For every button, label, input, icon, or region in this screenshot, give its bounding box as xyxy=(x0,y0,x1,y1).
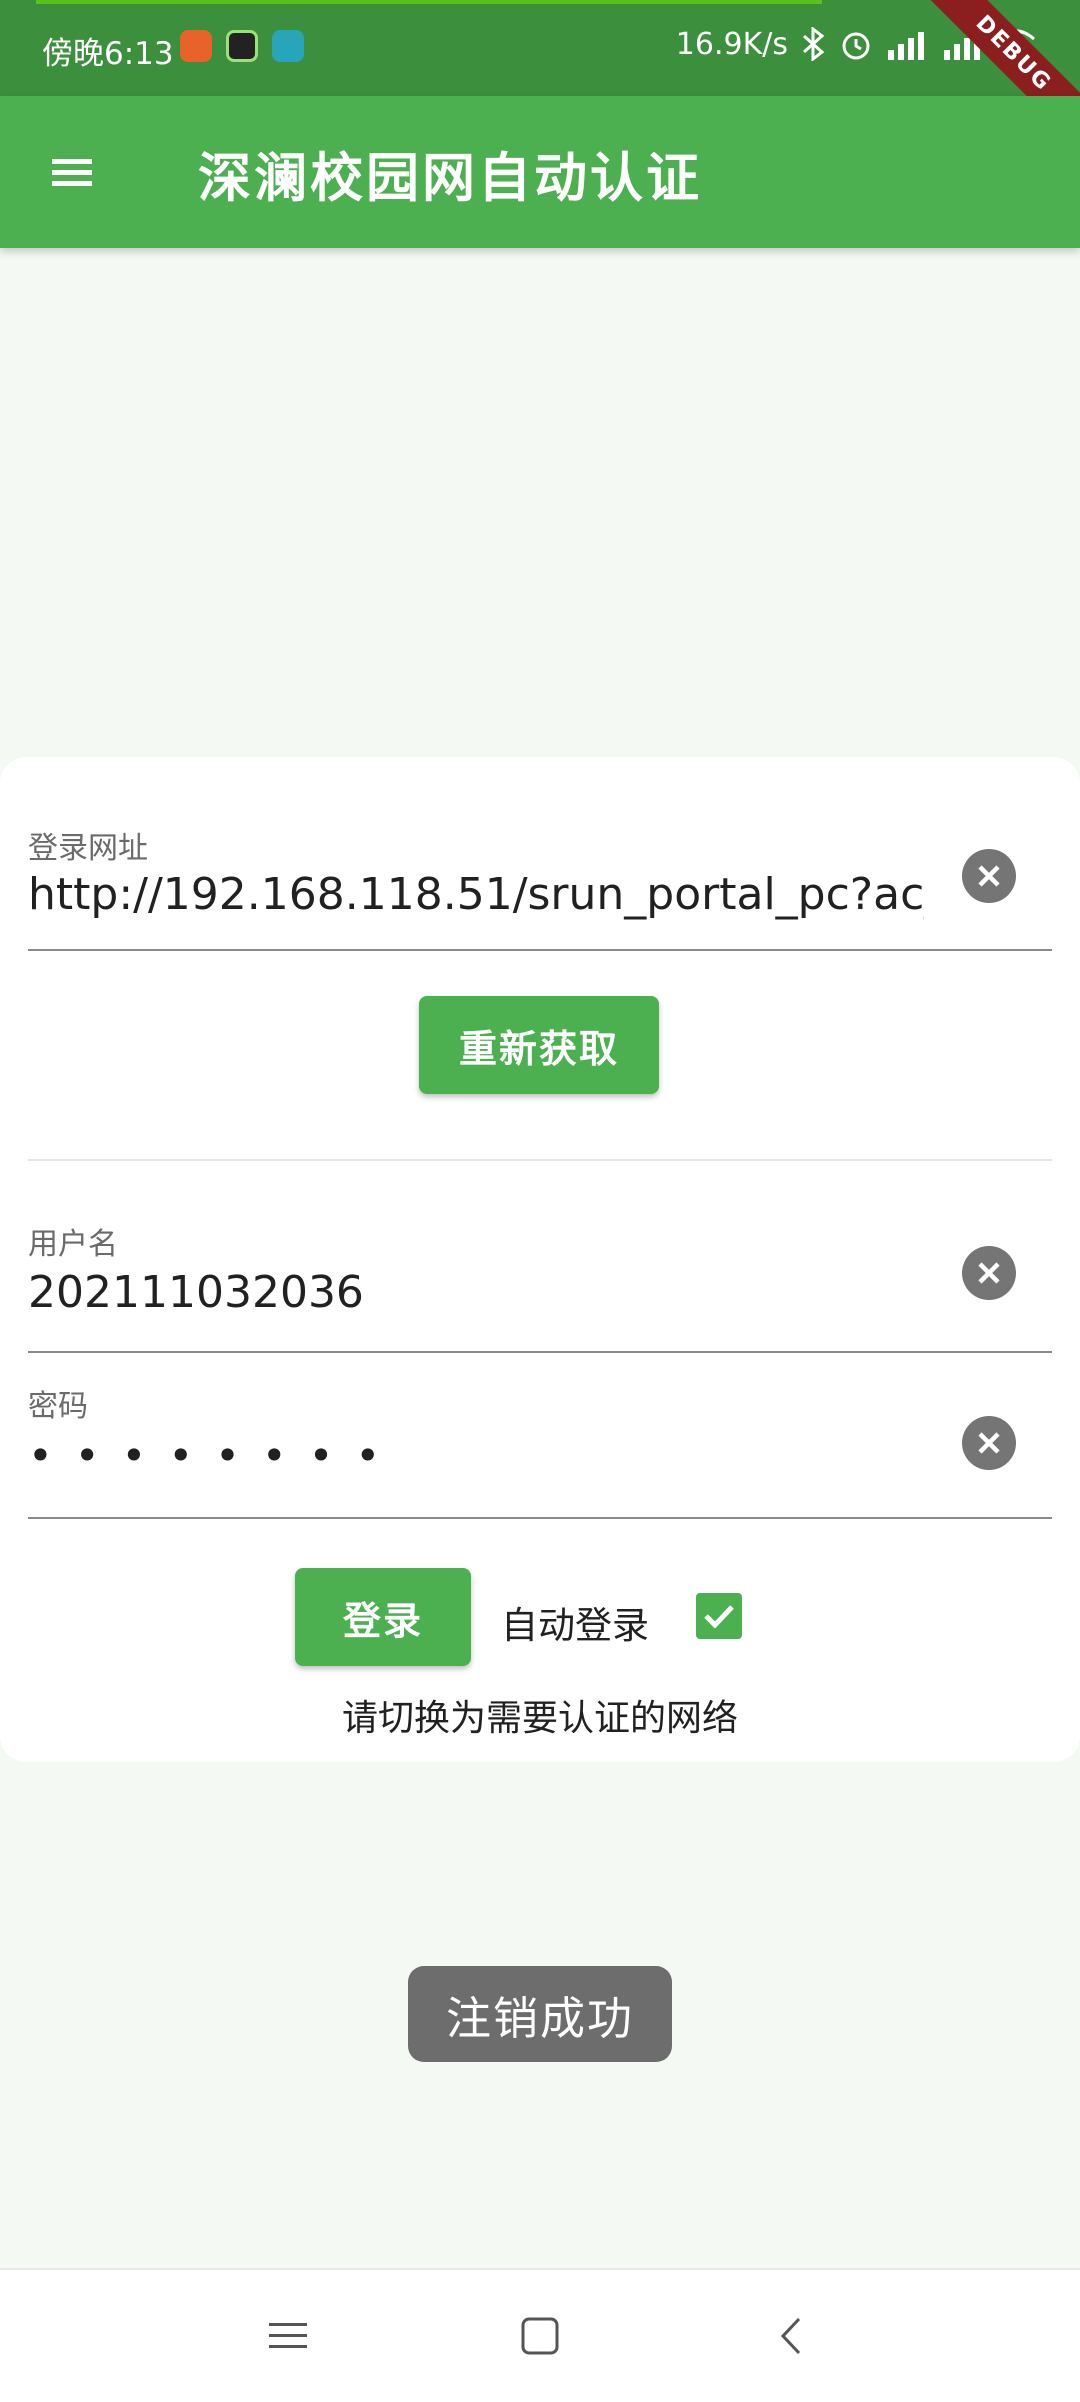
menu-button[interactable] xyxy=(40,140,104,204)
url-field-value[interactable]: http://192.168.118.51/srun_portal_pc?ac_… xyxy=(28,869,924,920)
close-icon xyxy=(978,865,1000,887)
menu-icon xyxy=(52,159,92,186)
url-field[interactable]: 登录网址 http://192.168.118.51/srun_portal_p… xyxy=(28,805,1052,951)
clear-username-button[interactable] xyxy=(962,1246,1016,1300)
username-field[interactable]: 用户名 202111032036 xyxy=(28,1201,1052,1353)
auto-login-label: 自动登录 xyxy=(501,1604,649,1647)
login-card: 登录网址 http://192.168.118.51/srun_portal_p… xyxy=(0,757,1080,1762)
login-button[interactable]: 登录 xyxy=(295,1568,471,1666)
clear-url-button[interactable] xyxy=(962,849,1016,903)
password-field-label: 密码 xyxy=(28,1389,88,1424)
username-field-value[interactable]: 202111032036 xyxy=(28,1267,924,1318)
alarm-icon xyxy=(842,32,870,60)
nav-home-button[interactable] xyxy=(512,2308,568,2364)
refetch-button[interactable]: 重新获取 xyxy=(419,996,659,1094)
bluetooth-icon xyxy=(803,27,825,61)
home-icon xyxy=(521,2317,559,2355)
status-time: 傍晚6:13 xyxy=(42,36,174,72)
app-orange-icon xyxy=(180,30,212,62)
status-bar: 傍晚6:13 16.9K/s DEBUG xyxy=(0,0,1080,157)
app-title: 深澜校园网自动认证 xyxy=(198,148,702,209)
password-field[interactable]: 密码 •••••••• xyxy=(28,1353,1052,1519)
app-android-icon xyxy=(226,30,258,62)
menu-icon xyxy=(269,2323,307,2348)
section-divider xyxy=(28,1159,1052,1161)
url-field-label: 登录网址 xyxy=(28,831,148,866)
username-field-label: 用户名 xyxy=(28,1227,118,1262)
status-progress-line xyxy=(36,0,822,4)
close-icon xyxy=(978,1432,1000,1454)
app-teal-icon xyxy=(272,30,304,62)
back-icon xyxy=(780,2317,801,2355)
close-icon xyxy=(978,1262,1000,1284)
signal-1-icon xyxy=(888,32,924,60)
password-field-value[interactable]: •••••••• xyxy=(28,1431,924,1480)
toast-message: 注销成功 xyxy=(408,1966,672,2062)
net-speed: 16.9K/s xyxy=(675,26,788,62)
nav-recents-button[interactable] xyxy=(260,2308,316,2364)
status-app-icons xyxy=(180,30,304,62)
system-nav-bar xyxy=(0,2268,1080,2402)
nav-back-button[interactable] xyxy=(764,2308,820,2364)
app-bar: 深澜校园网自动认证 xyxy=(0,96,1080,248)
checkmark-icon xyxy=(704,1605,734,1629)
network-hint: 请切换为需要认证的网络 xyxy=(341,1698,738,1739)
auto-login-checkbox[interactable] xyxy=(696,1593,742,1639)
clear-password-button[interactable] xyxy=(962,1416,1016,1470)
